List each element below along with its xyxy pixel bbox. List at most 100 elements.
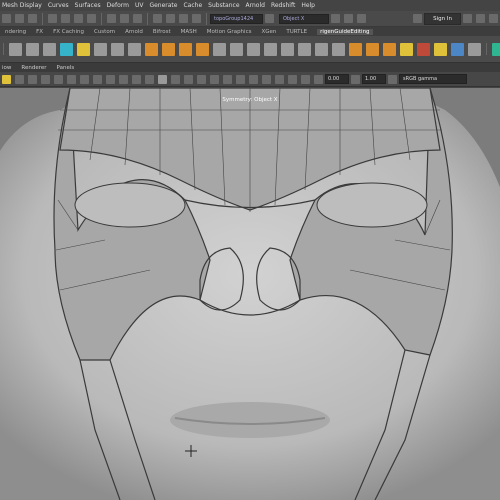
smooth-shade-icon[interactable] [158, 74, 167, 84]
panel-menu-renderer[interactable]: Renderer [21, 65, 46, 71]
tab-bifrost[interactable]: Bifrost [153, 29, 171, 35]
channel-box-icon[interactable] [463, 14, 472, 23]
shelf-tool-icon[interactable] [145, 42, 158, 56]
attribute-editor-icon[interactable] [476, 14, 485, 23]
bookmark-icon[interactable] [28, 74, 37, 84]
input-ops-icon[interactable] [120, 14, 129, 23]
shelf-tool-icon[interactable] [451, 42, 464, 56]
tab-fx[interactable]: FX [36, 29, 43, 35]
menu-redshift[interactable]: Redshift [271, 2, 295, 9]
camera-select-icon[interactable] [2, 74, 11, 84]
textured-icon[interactable] [184, 74, 193, 84]
camera-attributes-icon[interactable] [15, 74, 24, 84]
menu-cache[interactable]: Cache [183, 2, 202, 9]
tab-fx-caching[interactable]: FX Caching [53, 29, 84, 35]
menu-deform[interactable]: Deform [107, 2, 129, 9]
history-icon[interactable] [107, 14, 116, 23]
shelf-tool-icon[interactable] [60, 42, 73, 56]
shelf-tool-icon[interactable] [468, 42, 481, 56]
xray-icon[interactable] [288, 74, 297, 84]
menu-substance[interactable]: Substance [208, 2, 239, 9]
shelf-tool-icon[interactable] [213, 42, 226, 56]
gate-mask-icon[interactable] [93, 74, 102, 84]
menu-mesh-display[interactable]: Mesh Display [2, 2, 42, 9]
shelf-tool-icon[interactable] [230, 42, 243, 56]
isolate-select-icon[interactable] [275, 74, 284, 84]
snap-grid-icon[interactable] [48, 14, 57, 23]
grid-icon[interactable] [54, 74, 63, 84]
tab-motion-graphics[interactable]: Motion Graphics [207, 29, 252, 35]
panel-menu-view[interactable]: iow [2, 65, 11, 71]
depth-of-field-icon[interactable] [262, 74, 271, 84]
menu-arnold[interactable]: Arnold [246, 2, 265, 9]
view-transform-dropdown[interactable]: sRGB gamma [399, 74, 467, 84]
panel-menu-panels[interactable]: Panels [57, 65, 75, 71]
shelf-tool-icon[interactable] [9, 42, 22, 56]
pick-icon[interactable] [265, 14, 274, 23]
view-transform-icon[interactable] [388, 74, 397, 84]
viewport[interactable] [0, 88, 500, 500]
lights-icon[interactable] [197, 74, 206, 84]
motion-blur-icon[interactable] [236, 74, 245, 84]
tab-rigen-guide-editing[interactable]: rigenGuideEditing [317, 28, 373, 35]
wireframe-on-shaded-icon[interactable] [171, 74, 180, 84]
shelf-tool-icon[interactable] [179, 42, 192, 56]
resolution-gate-icon[interactable] [80, 74, 89, 84]
menu-help[interactable]: Help [301, 2, 315, 9]
tool-settings-icon[interactable] [489, 14, 498, 23]
snap-curve-icon[interactable] [61, 14, 70, 23]
menu-generate[interactable]: Generate [149, 2, 177, 9]
shelf-tool-icon[interactable] [43, 42, 56, 56]
tab-xgen[interactable]: XGen [261, 29, 276, 35]
exposure-field[interactable]: 0.00 [325, 74, 349, 84]
menu-uv[interactable]: UV [135, 2, 144, 9]
tab-rendering[interactable]: ndering [5, 29, 26, 35]
menu-surfaces[interactable]: Surfaces [75, 2, 101, 9]
hypershade-icon[interactable] [192, 14, 201, 23]
ipr-icon[interactable] [166, 14, 175, 23]
shadows-icon[interactable] [210, 74, 219, 84]
symmetry-field[interactable]: Object X [279, 13, 329, 24]
shelf-tool-icon[interactable] [400, 42, 413, 56]
shelf-tool-icon[interactable] [492, 42, 500, 56]
xray-joints-icon[interactable] [301, 74, 310, 84]
shelf-tool-icon[interactable] [332, 42, 345, 56]
shelf-tool-icon[interactable] [298, 42, 311, 56]
shelf-tool-icon[interactable] [111, 42, 124, 56]
safe-title-icon[interactable] [132, 74, 141, 84]
wireframe-icon[interactable] [145, 74, 154, 84]
object-name-field[interactable]: topoGroup1424 [210, 13, 263, 24]
shelf-tool-icon[interactable] [162, 42, 175, 56]
shelf-tool-icon[interactable] [315, 42, 328, 56]
shelf-tool-icon[interactable] [417, 42, 430, 56]
tab-custom[interactable]: Custom [94, 29, 115, 35]
lasso-icon[interactable] [15, 14, 24, 23]
snap-surface-icon[interactable] [87, 14, 96, 23]
camera-icon[interactable] [357, 14, 366, 23]
field-chart-icon[interactable] [106, 74, 115, 84]
sign-in-button[interactable]: Sign In [424, 12, 461, 25]
shelf-tool-icon[interactable] [366, 42, 379, 56]
shelf-tool-icon[interactable] [434, 42, 447, 56]
shelf-tool-icon[interactable] [383, 42, 396, 56]
workspace-icon[interactable] [413, 14, 423, 23]
snap-point-icon[interactable] [74, 14, 83, 23]
ambient-occlusion-icon[interactable] [223, 74, 232, 84]
shelf-tool-icon[interactable] [281, 42, 294, 56]
film-gate-icon[interactable] [67, 74, 76, 84]
menu-curves[interactable]: Curves [48, 2, 69, 9]
safe-action-icon[interactable] [119, 74, 128, 84]
tab-mash[interactable]: MASH [181, 29, 197, 35]
tab-turtle[interactable]: TURTLE [286, 29, 307, 35]
shelf-tool-icon[interactable] [349, 42, 362, 56]
anti-aliasing-icon[interactable] [249, 74, 258, 84]
render-icon[interactable] [153, 14, 162, 23]
output-ops-icon[interactable] [133, 14, 142, 23]
shelf-tool-icon[interactable] [128, 42, 141, 56]
soft-select-icon[interactable] [344, 14, 353, 23]
shelf-tool-icon[interactable] [77, 42, 90, 56]
paint-select-icon[interactable] [28, 14, 37, 23]
symmetry-toggle-icon[interactable] [331, 14, 340, 23]
shelf-tool-icon[interactable] [94, 42, 107, 56]
shelf-tool-icon[interactable] [247, 42, 260, 56]
